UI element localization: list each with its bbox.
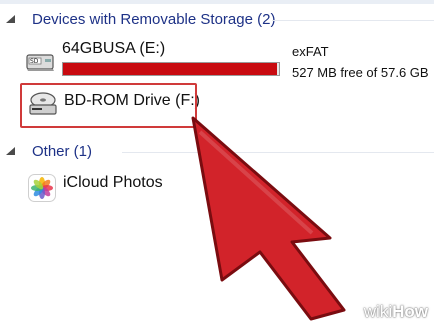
photos-icon bbox=[28, 174, 56, 202]
collapse-triangle-icon[interactable] bbox=[4, 146, 18, 158]
group-header-removable-storage[interactable]: Devices with Removable Storage (2) bbox=[0, 9, 434, 31]
watermark-brand-light: wiki bbox=[363, 302, 393, 321]
group-title: Devices with Removable Storage (2) bbox=[32, 11, 276, 28]
capacity-bar-fill bbox=[63, 63, 277, 75]
usb-drive-icon: SD bbox=[26, 54, 54, 71]
group-header-other[interactable]: Other (1) bbox=[0, 141, 434, 163]
collapse-triangle-icon[interactable] bbox=[4, 14, 18, 26]
svg-text:SD: SD bbox=[30, 58, 39, 65]
free-space-label: 527 MB free of 57.6 GB bbox=[292, 65, 429, 80]
group-divider bbox=[122, 152, 434, 153]
capacity-bar bbox=[62, 62, 280, 76]
group-divider bbox=[272, 20, 434, 21]
watermark-brand-bold: How bbox=[392, 302, 428, 321]
window-top-strip bbox=[0, 0, 434, 4]
list-item-icloud-photos[interactable]: iCloud Photos bbox=[0, 168, 200, 208]
highlight-box bbox=[20, 83, 197, 128]
wikihow-watermark: wikiHow bbox=[364, 302, 428, 322]
filesystem-label: exFAT bbox=[292, 44, 329, 59]
group-title: Other (1) bbox=[32, 143, 93, 160]
item-name: iCloud Photos bbox=[63, 174, 163, 191]
drive-name: 64GBUSA (E:) bbox=[62, 40, 166, 57]
